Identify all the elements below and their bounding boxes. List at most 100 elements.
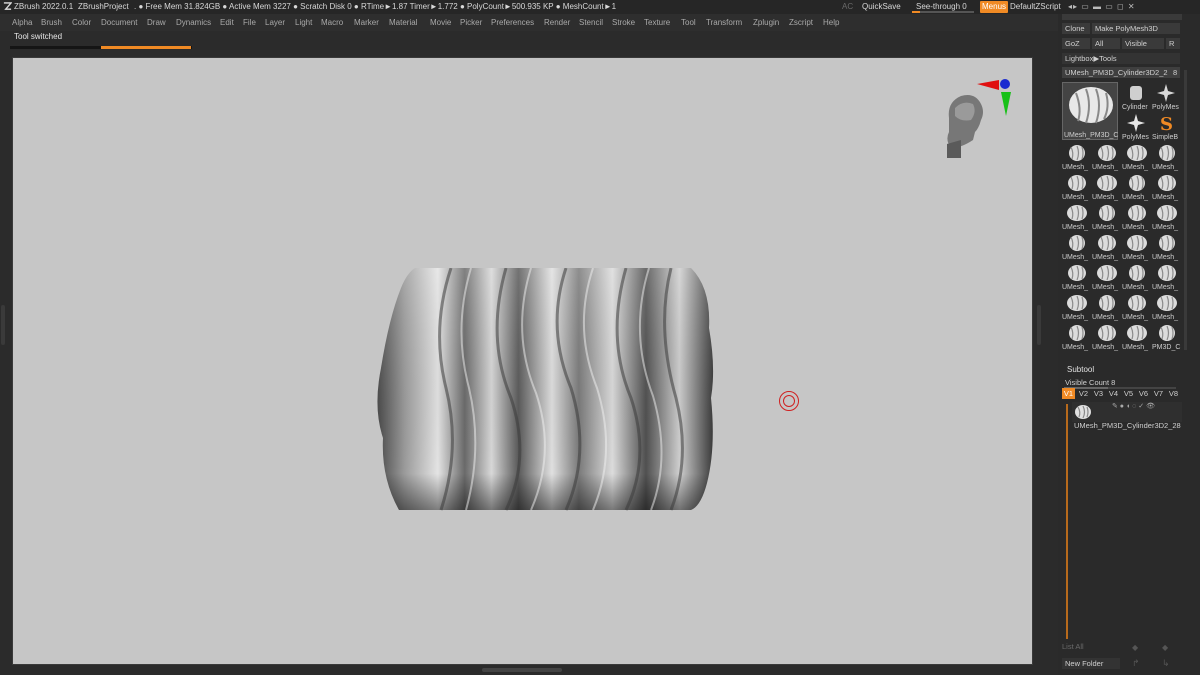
tool-thumbnail[interactable]: UMesh_ bbox=[1122, 322, 1150, 351]
tool-thumbnail[interactable]: UMesh_ bbox=[1062, 322, 1090, 351]
clone-button[interactable]: Clone bbox=[1062, 23, 1090, 34]
bottom-tray-handle[interactable] bbox=[482, 668, 562, 672]
menu-item[interactable]: Marker bbox=[354, 14, 379, 31]
tool-thumbnail[interactable]: UMesh_ bbox=[1152, 292, 1180, 321]
menu-item[interactable]: Macro bbox=[321, 14, 343, 31]
version-button[interactable]: V6 bbox=[1137, 388, 1150, 399]
version-button[interactable]: V3 bbox=[1092, 388, 1105, 399]
see-through-track[interactable] bbox=[912, 11, 974, 13]
tool-thumbnail[interactable]: UMesh_ bbox=[1122, 232, 1150, 261]
tool-thumbnail-label: UMesh_ bbox=[1122, 164, 1149, 171]
tool-thumbnail[interactable]: UMesh_ bbox=[1122, 172, 1150, 201]
version-button[interactable]: V8 bbox=[1167, 388, 1180, 399]
all-button[interactable]: All bbox=[1092, 38, 1120, 49]
tool-thumbnail[interactable]: UMesh_ bbox=[1062, 142, 1090, 171]
menu-item[interactable]: Brush bbox=[41, 14, 62, 31]
tool-thumbnail[interactable]: UMesh_ bbox=[1062, 262, 1090, 291]
tool-thumbnail[interactable]: UMesh_ bbox=[1152, 232, 1180, 261]
mesh-thumb-icon bbox=[1127, 235, 1147, 251]
version-button[interactable]: V1 bbox=[1062, 388, 1075, 399]
tool-thumbnail[interactable]: UMesh_ bbox=[1122, 262, 1150, 291]
tool-thumbnail[interactable]: UMesh_ bbox=[1152, 142, 1180, 171]
menu-item[interactable]: Color bbox=[72, 14, 91, 31]
default-zscript-button[interactable]: DefaultZScript bbox=[1010, 0, 1061, 14]
quicksave-button[interactable]: QuickSave bbox=[862, 0, 901, 14]
tool-thumb-polymesh-star-2[interactable]: PolyMes bbox=[1122, 112, 1150, 141]
tool-thumbnail[interactable]: UMesh_ bbox=[1062, 292, 1090, 321]
sculpt-mesh[interactable] bbox=[371, 268, 731, 518]
r-button[interactable]: R bbox=[1166, 38, 1180, 49]
lightbox-tools-button[interactable]: Lightbox▶Tools bbox=[1062, 53, 1180, 64]
menu-item[interactable]: Light bbox=[295, 14, 312, 31]
tool-thumbnail[interactable]: UMesh_ bbox=[1092, 322, 1120, 351]
menu-item[interactable]: Zplugin bbox=[753, 14, 779, 31]
list-all-button[interactable]: List All bbox=[1062, 642, 1084, 651]
menu-item[interactable]: Alpha bbox=[12, 14, 32, 31]
menu-item[interactable]: Dynamics bbox=[176, 14, 211, 31]
menu-item[interactable]: Edit bbox=[220, 14, 234, 31]
active-tool-thumbnail[interactable]: UMesh_PM3D_C bbox=[1062, 82, 1118, 140]
menu-item[interactable]: Zscript bbox=[789, 14, 813, 31]
menu-item[interactable]: File bbox=[243, 14, 256, 31]
tool-thumbnail[interactable]: UMesh_ bbox=[1092, 172, 1120, 201]
ac-toggle[interactable]: AC bbox=[842, 0, 853, 14]
tool-thumbnail[interactable]: UMesh_ bbox=[1092, 262, 1120, 291]
version-button[interactable]: V7 bbox=[1152, 388, 1165, 399]
move-up-icon[interactable]: ◆ bbox=[1132, 643, 1138, 652]
new-folder-button[interactable]: New Folder bbox=[1062, 658, 1120, 669]
menu-item[interactable]: Tool bbox=[681, 14, 696, 31]
menu-item[interactable]: Layer bbox=[265, 14, 285, 31]
tool-thumbnail[interactable]: UMesh_ bbox=[1092, 232, 1120, 261]
subtool-scroll-indicator[interactable] bbox=[1066, 404, 1068, 639]
tool-thumb-simplebrush[interactable]: S SimpleB bbox=[1152, 112, 1180, 141]
menu-item[interactable]: Material bbox=[389, 14, 417, 31]
tool-thumbnail[interactable]: UMesh_ bbox=[1122, 142, 1150, 171]
version-button[interactable]: V5 bbox=[1122, 388, 1135, 399]
make-polymesh-button[interactable]: Make PolyMesh3D bbox=[1092, 23, 1180, 34]
menus-button[interactable]: Menus bbox=[980, 1, 1009, 13]
window-controls-icon[interactable]: ◂▸ ▭ ▬ ▭ ◻ ✕ bbox=[1068, 0, 1136, 14]
navigation-head-icon[interactable] bbox=[941, 78, 1011, 158]
goz-button[interactable]: GoZ bbox=[1062, 38, 1090, 49]
current-tool-slider[interactable]: UMesh_PM3D_Cylinder3D2_2 bbox=[1062, 67, 1170, 78]
right-tray-handle[interactable] bbox=[1037, 305, 1041, 345]
menu-item[interactable]: Help bbox=[823, 14, 839, 31]
visible-button[interactable]: Visible bbox=[1122, 38, 1164, 49]
folder-action-2-icon[interactable]: ↳ bbox=[1162, 658, 1170, 669]
menu-item[interactable]: Transform bbox=[706, 14, 742, 31]
tool-thumb-polymesh-star[interactable]: PolyMes bbox=[1152, 82, 1180, 111]
version-button[interactable]: V2 bbox=[1077, 388, 1090, 399]
subtool-header[interactable]: Subtool bbox=[1067, 364, 1189, 376]
tool-thumbnail[interactable]: UMesh_ bbox=[1152, 172, 1180, 201]
tool-thumbnail[interactable]: UMesh_ bbox=[1062, 232, 1090, 261]
version-button[interactable]: V4 bbox=[1107, 388, 1120, 399]
tool-thumb-cylinder[interactable]: Cylinder bbox=[1122, 82, 1150, 111]
tool-thumbnail[interactable]: UMesh_ bbox=[1062, 172, 1090, 201]
tool-thumbnail[interactable]: UMesh_ bbox=[1062, 202, 1090, 231]
menu-item[interactable]: Stencil bbox=[579, 14, 603, 31]
menu-item[interactable]: Render bbox=[544, 14, 570, 31]
panel-scrollbar[interactable] bbox=[1184, 70, 1187, 350]
move-down-icon[interactable]: ◆ bbox=[1162, 643, 1168, 652]
tool-thumbnail[interactable]: UMesh_ bbox=[1092, 292, 1120, 321]
menu-item[interactable]: Movie bbox=[430, 14, 451, 31]
tool-thumbnail-label: UMesh_ bbox=[1092, 254, 1119, 261]
tool-thumbnail[interactable]: UMesh_ bbox=[1152, 202, 1180, 231]
menu-item[interactable]: Draw bbox=[147, 14, 166, 31]
menu-item[interactable]: Texture bbox=[644, 14, 670, 31]
left-tray-handle[interactable] bbox=[1, 305, 5, 345]
menu-item[interactable]: Preferences bbox=[491, 14, 534, 31]
tool-thumbnail[interactable]: UMesh_ bbox=[1092, 202, 1120, 231]
menu-item[interactable]: Stroke bbox=[612, 14, 635, 31]
tool-thumbnail[interactable]: UMesh_ bbox=[1122, 292, 1150, 321]
folder-action-icon[interactable]: ↱ bbox=[1132, 658, 1140, 669]
menu-item[interactable]: Picker bbox=[460, 14, 482, 31]
viewport-canvas[interactable] bbox=[12, 57, 1033, 665]
menu-item[interactable]: Document bbox=[101, 14, 137, 31]
tool-thumbnail[interactable]: UMesh_ bbox=[1122, 202, 1150, 231]
tool-thumbnail[interactable]: UMesh_ bbox=[1092, 142, 1120, 171]
subtool-item[interactable]: ✎ ● ◖ ◌ ✓ 👁 bbox=[1072, 402, 1182, 422]
tool-thumbnail[interactable]: PM3D_C bbox=[1152, 322, 1180, 351]
subtool-visibility-icons[interactable]: ✎ ● ◖ ◌ ✓ 👁 bbox=[1112, 402, 1155, 410]
tool-thumbnail[interactable]: UMesh_ bbox=[1152, 262, 1180, 291]
